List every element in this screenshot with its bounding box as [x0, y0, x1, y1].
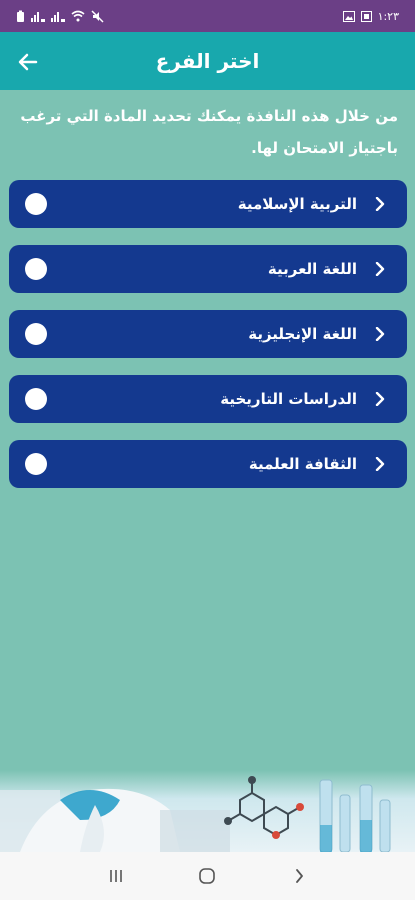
- status-left: [16, 9, 104, 23]
- recent-apps-button[interactable]: [101, 861, 131, 891]
- status-bar: ١:٢٣: [0, 0, 415, 32]
- status-right: ١:٢٣: [342, 9, 399, 23]
- radio-button[interactable]: [25, 193, 47, 215]
- subject-item-english[interactable]: اللغة الإنجليزية: [9, 310, 407, 358]
- wifi-icon: [71, 10, 85, 22]
- subject-item-content: اللغة الإنجليزية: [248, 325, 387, 343]
- system-back-button[interactable]: [284, 861, 314, 891]
- subject-item-science-culture[interactable]: الثقافة العلمية: [9, 440, 407, 488]
- subject-label: الدراسات التاريخية: [220, 390, 357, 408]
- radio-button[interactable]: [25, 323, 47, 345]
- chevron-right-icon: [375, 392, 385, 406]
- science-banner-image: [0, 770, 415, 852]
- page-title: اختر الفرع: [155, 49, 260, 73]
- subject-label: اللغة الإنجليزية: [248, 325, 357, 343]
- recent-apps-icon: [110, 870, 122, 882]
- signal-icon: [51, 12, 65, 22]
- home-button[interactable]: [192, 861, 222, 891]
- subject-item-arabic[interactable]: اللغة العربية: [9, 245, 407, 293]
- image-icon: [342, 10, 355, 22]
- chevron-right-icon: [375, 262, 385, 276]
- battery-icon: [17, 10, 24, 22]
- subject-item-content: التربية الإسلامية: [238, 195, 387, 213]
- status-time: ١:٢٣: [377, 9, 399, 23]
- notification-icon: [360, 10, 372, 22]
- system-nav-bar: [0, 852, 415, 900]
- home-icon: [199, 868, 216, 884]
- chevron-right-icon: [375, 457, 385, 471]
- radio-button[interactable]: [25, 258, 47, 280]
- subject-item-content: اللغة العربية: [268, 260, 387, 278]
- subject-item-history[interactable]: الدراسات التاريخية: [9, 375, 407, 423]
- subject-label: اللغة العربية: [267, 260, 357, 278]
- back-icon: [296, 869, 304, 883]
- back-button[interactable]: [12, 46, 44, 78]
- subject-item-islamic-education[interactable]: التربية الإسلامية: [9, 180, 407, 228]
- instructions-text: من خلال هذه النافذة يمكنك تحديد المادة ا…: [20, 107, 398, 157]
- radio-button[interactable]: [25, 453, 47, 475]
- app-bar: اختر الفرع: [0, 32, 415, 90]
- subject-label: التربية الإسلامية: [237, 195, 357, 213]
- subject-item-content: الدراسات التاريخية: [220, 390, 387, 408]
- radio-button[interactable]: [25, 388, 47, 410]
- arrow-left-icon: [18, 53, 38, 71]
- signal-icon: [31, 12, 45, 22]
- subject-label: الثقافة العلمية: [248, 455, 357, 473]
- lab-illustration: [0, 776, 391, 852]
- subject-item-content: الثقافة العلمية: [249, 455, 387, 473]
- subject-list: التربية الإسلامية اللغة العربية اللغة ال…: [9, 180, 407, 505]
- chevron-right-icon: [375, 327, 385, 341]
- mute-icon: [91, 9, 104, 23]
- chevron-right-icon: [375, 197, 385, 211]
